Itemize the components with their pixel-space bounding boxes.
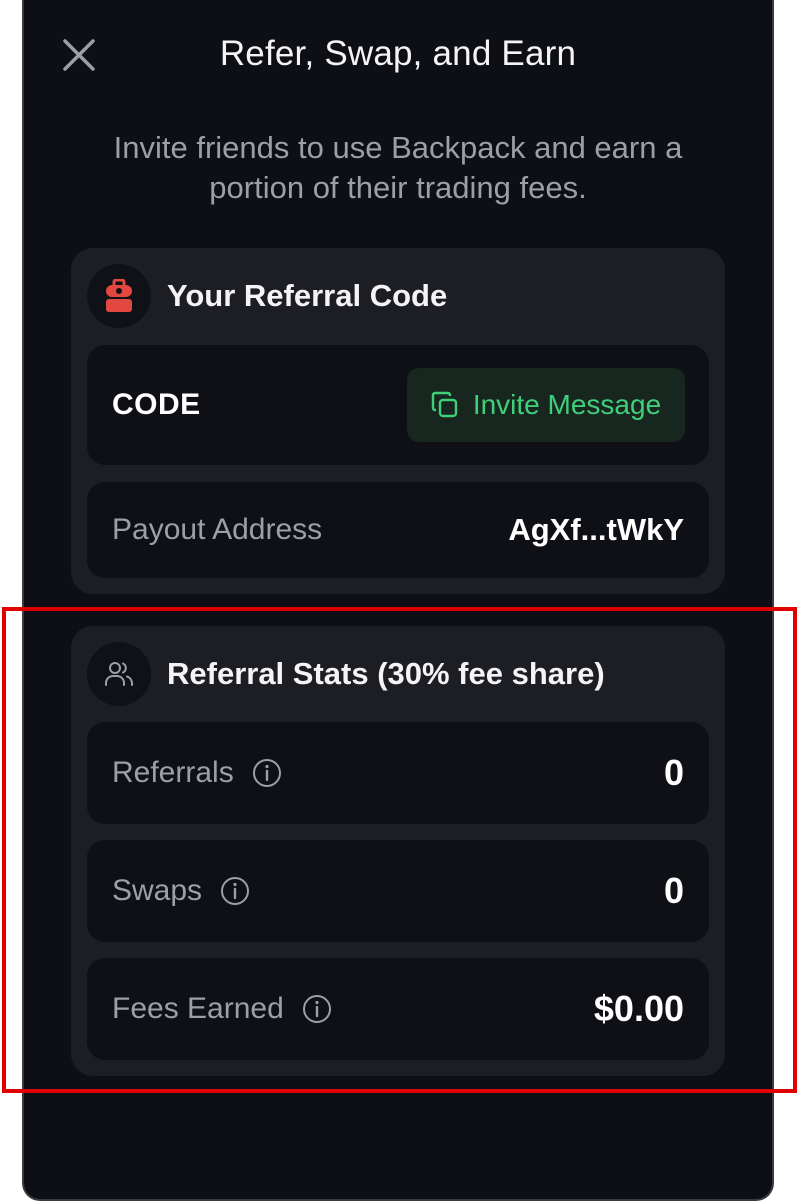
referral-code-title: Your Referral Code bbox=[167, 278, 448, 313]
referral-code-header: Your Referral Code bbox=[87, 264, 447, 328]
page-subtitle: Invite friends to use Backpack and earn … bbox=[113, 130, 683, 205]
referral-stats-card: Referral Stats (30% fee share) Referrals… bbox=[71, 626, 725, 1076]
invite-message-button[interactable]: Invite Message bbox=[407, 368, 685, 442]
stat-value-referrals: 0 bbox=[663, 752, 684, 793]
payout-address-row: Payout Address AgXf...tWkY bbox=[87, 482, 709, 578]
backpack-icon bbox=[87, 264, 151, 328]
stat-row-swaps: Swaps 0 bbox=[87, 840, 709, 942]
info-icon[interactable] bbox=[302, 994, 332, 1024]
stat-label-swaps: Swaps bbox=[112, 874, 203, 907]
payout-address-value[interactable]: AgXf...tWkY bbox=[508, 512, 684, 548]
info-icon[interactable] bbox=[252, 758, 282, 788]
stat-row-referrals: Referrals 0 bbox=[87, 722, 709, 824]
code-row: CODE Invite Message bbox=[87, 345, 709, 465]
referral-stats-title: Referral Stats (30% fee share) bbox=[167, 656, 605, 691]
referral-stats-header: Referral Stats (30% fee share) bbox=[87, 642, 605, 706]
page-title: Refer, Swap, and Earn bbox=[219, 34, 577, 73]
stat-value-fees-earned: $0.00 bbox=[593, 988, 684, 1029]
stat-label-referrals: Referrals bbox=[112, 756, 234, 789]
payout-address-label: Payout Address bbox=[112, 513, 323, 546]
info-icon[interactable] bbox=[220, 876, 250, 906]
users-icon bbox=[87, 642, 151, 706]
referral-code-card: Your Referral Code CODE Invite Message P… bbox=[71, 248, 725, 594]
referral-code-value[interactable]: CODE bbox=[112, 388, 201, 422]
stat-value-swaps: 0 bbox=[663, 870, 684, 911]
invite-message-label: Invite Message bbox=[472, 389, 662, 420]
stat-row-fees-earned: Fees Earned $0.00 bbox=[87, 958, 709, 1060]
stat-label-fees-earned: Fees Earned bbox=[112, 992, 284, 1025]
copy-icon bbox=[431, 391, 458, 418]
